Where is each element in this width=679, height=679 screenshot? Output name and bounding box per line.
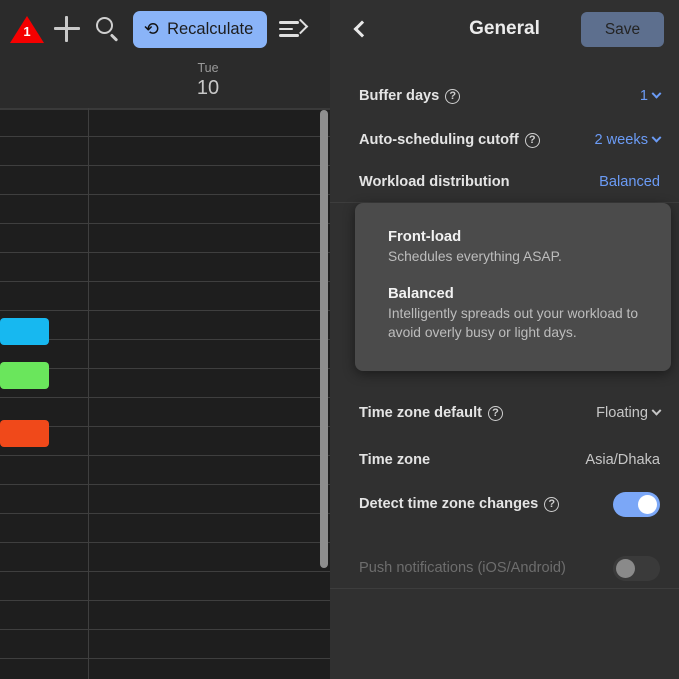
help-icon[interactable]: ?: [524, 132, 540, 148]
row-divider: [330, 588, 679, 589]
toggle-knob: [638, 494, 657, 514]
calendar-grid-row[interactable]: [0, 427, 330, 456]
help-icon[interactable]: ?: [544, 496, 560, 512]
setting-value-workload-distribution[interactable]: Balanced: [599, 174, 660, 190]
day-weekday: Tue: [197, 61, 219, 75]
setting-row-detect-time-zone-changes: Detect time zone changes?: [330, 483, 679, 525]
alert-button[interactable]: 1: [10, 13, 44, 45]
chevron-down-icon: [651, 88, 662, 99]
help-icon[interactable]: ?: [488, 405, 503, 421]
search-button[interactable]: [92, 13, 124, 45]
calendar-grid-row[interactable]: [0, 543, 330, 572]
calendar-grid-row[interactable]: [0, 630, 330, 659]
calendar-event-orange[interactable]: [0, 420, 49, 447]
setting-value-text: 2 weeks: [594, 132, 648, 148]
calendar-grid-row[interactable]: [0, 195, 330, 224]
setting-label-auto-scheduling-cutoff: Auto-scheduling cutoff?: [359, 132, 540, 148]
settings-header: General Save: [330, 0, 679, 58]
calendar-event-blue[interactable]: [0, 318, 49, 345]
alert-count: 1: [23, 24, 31, 39]
calendar-grid-row[interactable]: [0, 137, 330, 166]
setting-row-workload-distribution: Workload distribution Balanced: [330, 161, 679, 203]
settings-panel: General Save Buffer days? 1 Auto-schedulin…: [330, 0, 679, 679]
help-icon[interactable]: ?: [445, 88, 461, 104]
setting-label-workload-distribution: Workload distribution: [359, 174, 510, 190]
setting-label-text: Time zone: [359, 452, 431, 468]
dropdown-option-description: Schedules everything ASAP.: [388, 249, 562, 264]
setting-label-buffer-days: Buffer days?: [359, 88, 461, 104]
warning-triangle-icon: 1: [10, 14, 44, 44]
chevron-left-icon: [353, 20, 371, 38]
setting-label-text: Buffer days: [359, 88, 440, 104]
calendar-day-header: Tue 10: [88, 60, 328, 101]
setting-value-time-zone-default[interactable]: Floating: [596, 405, 662, 421]
calendar-grid-row[interactable]: [0, 398, 330, 427]
calendar-grid-row[interactable]: [0, 485, 330, 514]
back-button[interactable]: [342, 11, 378, 47]
toggle-detect-time-zone-changes[interactable]: [613, 491, 660, 517]
calendar-scrollbar[interactable]: [320, 110, 328, 568]
setting-value-text: Asia/Dhaka: [585, 452, 660, 468]
calendar-grid-row[interactable]: [0, 282, 330, 311]
setting-value-time-zone: Asia/Dhaka: [585, 452, 660, 468]
toggle-knob: [616, 558, 635, 578]
setting-row-push-notifications-ios-android: Push notifications (iOS/Android): [330, 547, 679, 589]
setting-label-text: Auto-scheduling cutoff: [359, 132, 519, 148]
toggle-push-notifications-ios-android: [613, 555, 660, 581]
collapse-panel-button[interactable]: [276, 13, 309, 45]
calendar-grid[interactable]: [0, 108, 330, 679]
dropdown-option-title: Front-load: [388, 229, 462, 245]
calendar-grid-row[interactable]: [0, 108, 330, 137]
recalculate-button[interactable]: ⟳ Recalculate: [133, 10, 268, 48]
calendar-grid-row[interactable]: [0, 311, 330, 340]
calendar-grid-row[interactable]: [0, 166, 330, 195]
chevron-down-icon: [651, 132, 662, 143]
refresh-icon: ⟳: [144, 19, 160, 39]
calendar-grid-row[interactable]: [0, 340, 330, 369]
search-icon: [95, 16, 121, 42]
calendar-grid-row[interactable]: [0, 224, 330, 253]
calendar-grid-row[interactable]: [0, 514, 330, 543]
calendar-event-green[interactable]: [0, 362, 49, 389]
calendar-toolbar: 1 ⟳ Recalculate: [0, 0, 330, 58]
setting-label-text: Time zone default: [359, 405, 482, 421]
dropdown-option-front-load[interactable]: Front-load Schedules everything ASAP.: [388, 227, 671, 266]
app-root: 1 ⟳ Recalculate Tue 10 General Save Buff…: [0, 0, 679, 679]
setting-value-auto-scheduling-cutoff[interactable]: 2 weeks: [594, 132, 662, 148]
dropdown-option-title: Balanced: [388, 286, 454, 302]
calendar-grid-row[interactable]: [0, 369, 330, 398]
setting-label-text: Push notifications (iOS/Android): [359, 560, 566, 576]
setting-value-text: 1: [639, 88, 648, 104]
save-button[interactable]: Save: [581, 12, 664, 47]
plus-icon: [54, 16, 80, 42]
add-button[interactable]: [51, 13, 83, 45]
setting-label-text: Detect time zone changes: [359, 496, 539, 512]
workload-distribution-dropdown[interactable]: Front-load Schedules everything ASAP. Ba…: [355, 203, 671, 371]
calendar-grid-row[interactable]: [0, 659, 330, 679]
day-number: 10: [196, 77, 220, 99]
calendar-pane: 1 ⟳ Recalculate Tue 10: [0, 0, 330, 679]
setting-label-time-zone-default: Time zone default?: [359, 405, 503, 421]
setting-label-time-zone: Time zone: [359, 452, 430, 468]
setting-value-text: Floating: [596, 405, 648, 421]
chevron-down-icon: [651, 405, 662, 416]
calendar-grid-rows: [0, 108, 330, 679]
dropdown-option-balanced[interactable]: Balanced Intelligently spreads out your …: [388, 284, 671, 342]
calendar-grid-row[interactable]: [0, 253, 330, 282]
dropdown-option-description: Intelligently spreads out your workload …: [388, 306, 639, 340]
calendar-grid-row[interactable]: [0, 572, 330, 601]
setting-label-push-notifications-ios-android: Push notifications (iOS/Android): [359, 560, 566, 576]
recalculate-label: Recalculate: [167, 19, 254, 38]
collapse-panel-icon: [279, 18, 309, 40]
setting-row-buffer-days: Buffer days? 1: [330, 75, 679, 117]
setting-row-time-zone-default: Time zone default? Floating: [330, 392, 679, 434]
setting-row-time-zone: Time zone Asia/Dhaka: [330, 439, 679, 481]
setting-value-buffer-days[interactable]: 1: [639, 88, 662, 104]
calendar-grid-row[interactable]: [0, 456, 330, 485]
setting-label-detect-time-zone-changes: Detect time zone changes?: [359, 496, 560, 512]
setting-row-auto-scheduling-cutoff: Auto-scheduling cutoff? 2 weeks: [330, 119, 679, 161]
setting-value-text: Balanced: [599, 174, 660, 190]
setting-label-text: Workload distribution: [359, 174, 510, 190]
calendar-grid-row[interactable]: [0, 601, 330, 630]
